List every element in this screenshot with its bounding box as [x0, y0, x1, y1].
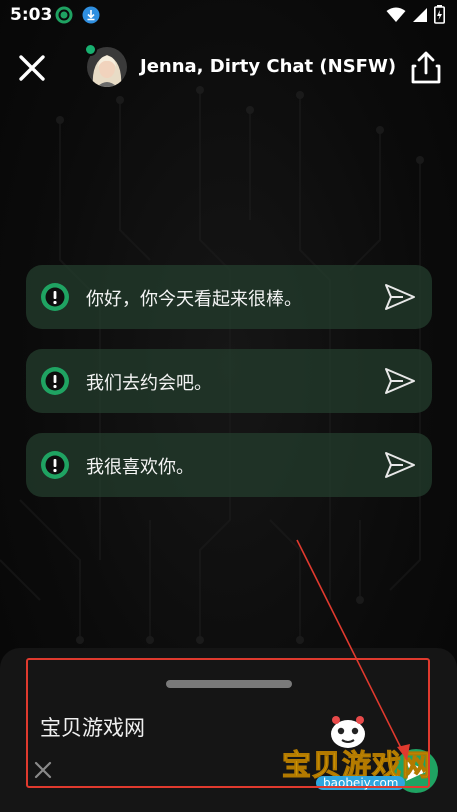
annotation-box: [26, 658, 430, 788]
signal-icon: [413, 7, 427, 22]
close-icon[interactable]: [14, 50, 50, 86]
chatgpt-icon: [55, 6, 73, 24]
battery-charging-icon: [434, 5, 445, 24]
share-icon[interactable]: [407, 49, 445, 87]
chat-title[interactable]: Jenna, Dirty Chat (NSFW): [140, 56, 396, 77]
status-icons: [386, 5, 445, 24]
download-icon: [82, 6, 100, 24]
warning-icon: [41, 451, 69, 479]
warning-icon: [41, 283, 69, 311]
status-time: 5:03: [10, 5, 53, 25]
send-icon[interactable]: [383, 366, 417, 396]
suggestion-text: 我们去约会吧。: [86, 373, 212, 394]
suggestion-text: 我很喜欢你。: [86, 457, 194, 478]
suggestion-item[interactable]: 你好，你今天看起来很棒。: [26, 265, 432, 329]
status-bar: 5:03: [0, 0, 457, 30]
online-status-dot: [84, 43, 97, 56]
suggestion-item[interactable]: 我们去约会吧。: [26, 349, 432, 413]
suggestion-text: 你好，你今天看起来很棒。: [86, 289, 302, 310]
wifi-icon: [386, 7, 406, 22]
warning-icon: [41, 367, 69, 395]
chat-screen: 5:03 Jenna, Dirty Chat (NSFW) 你好，你今天看起来很…: [0, 0, 457, 812]
send-icon[interactable]: [383, 450, 417, 480]
chat-header: Jenna, Dirty Chat (NSFW): [0, 38, 457, 98]
send-icon[interactable]: [383, 282, 417, 312]
suggestion-item[interactable]: 我很喜欢你。: [26, 433, 432, 497]
